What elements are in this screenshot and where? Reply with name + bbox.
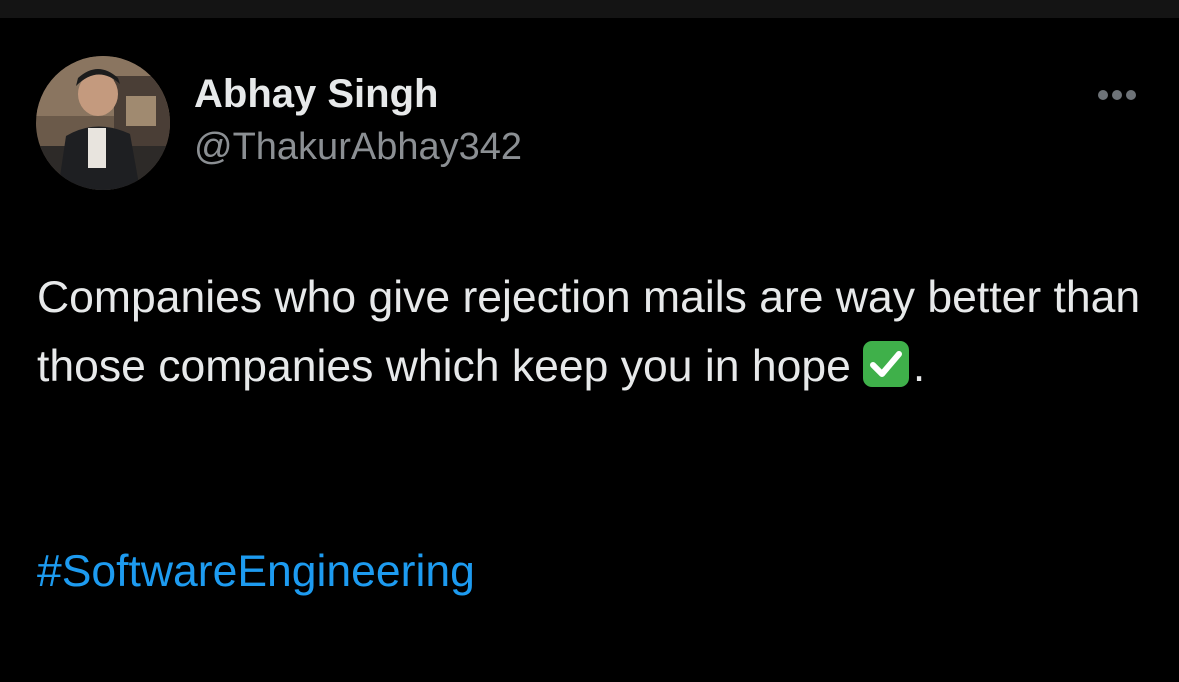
check-mark-emoji-icon [861,339,911,409]
more-horizontal-icon [1098,90,1136,100]
more-options-button[interactable] [1088,80,1146,110]
hashtag-link[interactable]: #SoftwareEngineering [37,537,475,606]
user-handle[interactable]: @ThakurAbhay342 [194,124,522,170]
tweet-card: Abhay Singh @ThakurAbhay342 Companies wh… [0,18,1179,682]
avatar[interactable] [36,56,170,190]
tweet-text: Companies who give rejection mails are w… [37,263,1147,409]
avatar-photo [36,56,170,190]
tweet-body: Companies who give rejection mails are w… [37,273,1141,391]
display-name[interactable]: Abhay Singh [194,70,438,118]
status-strip [0,0,1179,18]
tweet-trailing-period: . [912,342,926,391]
